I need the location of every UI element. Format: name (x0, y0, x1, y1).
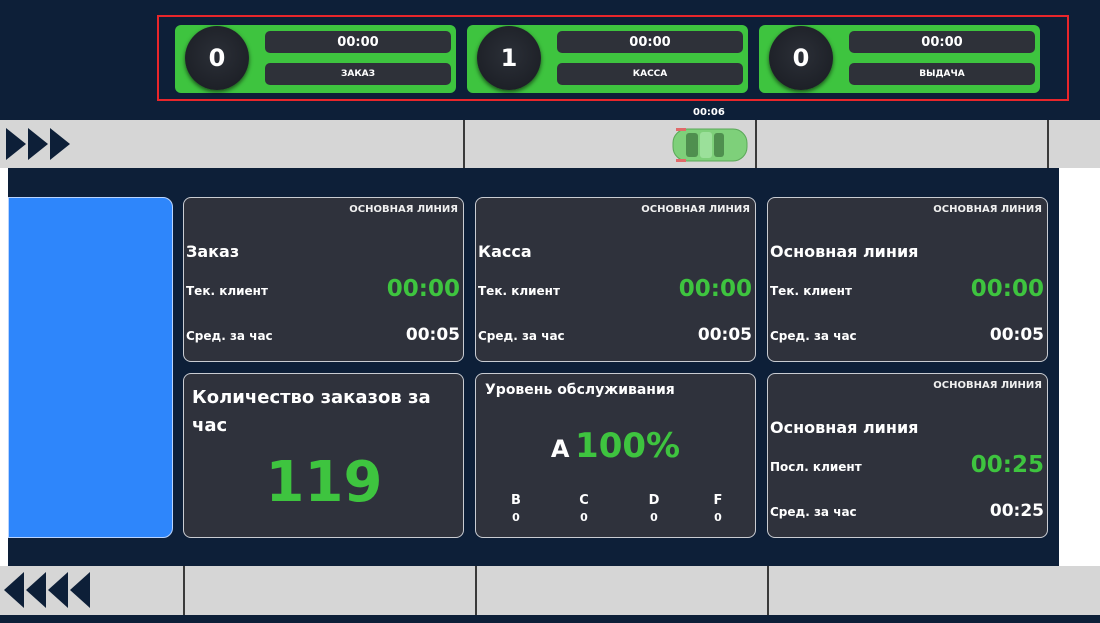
lane-divider (755, 120, 757, 168)
hourly-avg-label: Сред. за час (770, 329, 857, 343)
orders-count-value: 119 (265, 450, 383, 515)
card-title: Касса (478, 242, 532, 261)
lane-divider (183, 566, 185, 615)
grade-f-count: 0 (714, 511, 722, 524)
card-title: Основная линия (770, 418, 919, 437)
station-cashier: 1 00:00 КАССА (467, 25, 748, 93)
station-order: 0 00:00 ЗАКАЗ (175, 25, 456, 93)
station-order-label: ЗАКАЗ (265, 63, 451, 85)
station-cashier-count: 1 (477, 26, 541, 90)
grade-d-count: 0 (650, 511, 658, 524)
lane-divider (463, 120, 465, 168)
station-order-count: 0 (185, 26, 249, 90)
grade-f-label: F (713, 493, 723, 508)
blue-side-card[interactable] (8, 197, 173, 538)
card-main-line: ОСНОВНАЯ ЛИНИЯ Основная линия Тек. клиен… (767, 197, 1048, 362)
arrow-right-icon (50, 128, 70, 160)
hourly-avg-value: 00:25 (989, 501, 1044, 521)
hourly-avg-label: Сред. за час (478, 329, 565, 343)
card-title: Уровень обслуживания (485, 382, 675, 398)
current-client-value: 00:00 (386, 276, 460, 302)
bottom-edge (0, 615, 1100, 623)
current-client-label: Тек. клиент (478, 284, 560, 298)
card-orders-per-hour: Количество заказов за час 119 (183, 373, 464, 538)
car-icon[interactable] (672, 125, 750, 165)
card-cashier: ОСНОВНАЯ ЛИНИЯ Касса Тек. клиент 00:00 С… (475, 197, 756, 362)
grade-d: D 0 (644, 492, 664, 526)
arrow-right-icon (28, 128, 48, 160)
car-timer: 00:06 (693, 107, 725, 118)
current-client-label: Тек. клиент (770, 284, 852, 298)
hourly-avg-label: Сред. за час (186, 329, 273, 343)
service-grade: A 100% (476, 426, 755, 466)
hourly-avg-label: Сред. за час (770, 505, 857, 519)
card-title: Основная линия (770, 242, 919, 261)
grade-c-label: C (579, 493, 589, 508)
lane-top (0, 120, 1100, 168)
station-pickup-count: 0 (769, 26, 833, 90)
last-client-label: Посл. клиент (770, 460, 862, 474)
card-order: ОСНОВНАЯ ЛИНИЯ Заказ Тек. клиент 00:00 С… (183, 197, 464, 362)
grade-f: F 0 (708, 492, 728, 526)
hourly-avg-value: 00:05 (405, 325, 460, 345)
grade-letter: A (550, 435, 570, 463)
card-tag: ОСНОВНАЯ ЛИНИЯ (933, 380, 1042, 391)
current-client-value: 00:00 (970, 276, 1044, 302)
card-tag: ОСНОВНАЯ ЛИНИЯ (349, 204, 458, 215)
arrow-left-icon (48, 572, 68, 608)
station-order-time: 00:00 (265, 31, 451, 53)
grade-c-count: 0 (580, 511, 588, 524)
grade-b-label: B (511, 493, 521, 508)
lane-divider (1047, 120, 1049, 168)
direction-left-arrows (4, 572, 90, 608)
arrow-left-icon (26, 572, 46, 608)
grade-percent: 100% (575, 426, 681, 466)
card-last-client: ОСНОВНАЯ ЛИНИЯ Основная линия Посл. клие… (767, 373, 1048, 538)
station-counters: 0 00:00 ЗАКАЗ 1 00:00 КАССА 0 00:00 ВЫДА… (157, 15, 1069, 101)
card-title: Заказ (186, 242, 240, 261)
station-pickup-label: ВЫДАЧА (849, 63, 1035, 85)
arrow-left-icon (4, 572, 24, 608)
station-pickup-time: 00:00 (849, 31, 1035, 53)
arrow-right-icon (6, 128, 26, 160)
lane-bottom (0, 566, 1100, 615)
hourly-avg-value: 00:05 (697, 325, 752, 345)
station-cashier-time: 00:00 (557, 31, 743, 53)
top-bar: 0 00:00 ЗАКАЗ 1 00:00 КАССА 0 00:00 ВЫДА… (0, 0, 1100, 120)
hourly-avg-value: 00:05 (989, 325, 1044, 345)
lane-divider (475, 566, 477, 615)
station-cashier-label: КАССА (557, 63, 743, 85)
last-client-value: 00:25 (970, 452, 1044, 478)
card-title: Количество заказов за час (192, 387, 431, 436)
grade-b-count: 0 (512, 511, 520, 524)
grade-d-label: D (648, 493, 660, 508)
lane-divider (767, 566, 769, 615)
grade-c: C 0 (574, 492, 594, 526)
grade-b: B 0 (506, 492, 526, 526)
station-pickup: 0 00:00 ВЫДАЧА (759, 25, 1040, 93)
card-service-level: Уровень обслуживания A 100% B 0 C 0 D 0 … (475, 373, 756, 538)
current-client-value: 00:00 (678, 276, 752, 302)
card-tag: ОСНОВНАЯ ЛИНИЯ (933, 204, 1042, 215)
dashboard-panel: ОСНОВНАЯ ЛИНИЯ Заказ Тек. клиент 00:00 С… (8, 168, 1059, 566)
card-tag: ОСНОВНАЯ ЛИНИЯ (641, 204, 750, 215)
arrow-left-icon (70, 572, 90, 608)
direction-right-arrows (6, 128, 70, 160)
current-client-label: Тек. клиент (186, 284, 268, 298)
